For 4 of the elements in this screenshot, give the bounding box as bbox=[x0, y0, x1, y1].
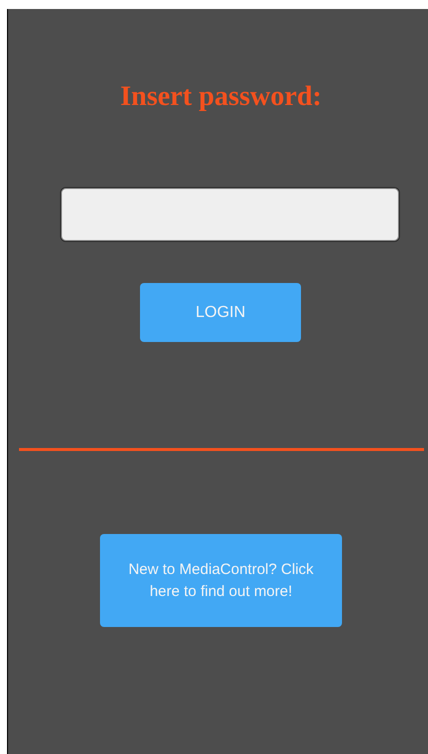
login-button[interactable]: LOGIN bbox=[140, 283, 301, 342]
password-field[interactable] bbox=[60, 187, 400, 242]
info-button[interactable]: New to MediaControl? Click here to find out more! bbox=[100, 534, 342, 627]
page-title: Insert password: bbox=[119, 80, 323, 114]
